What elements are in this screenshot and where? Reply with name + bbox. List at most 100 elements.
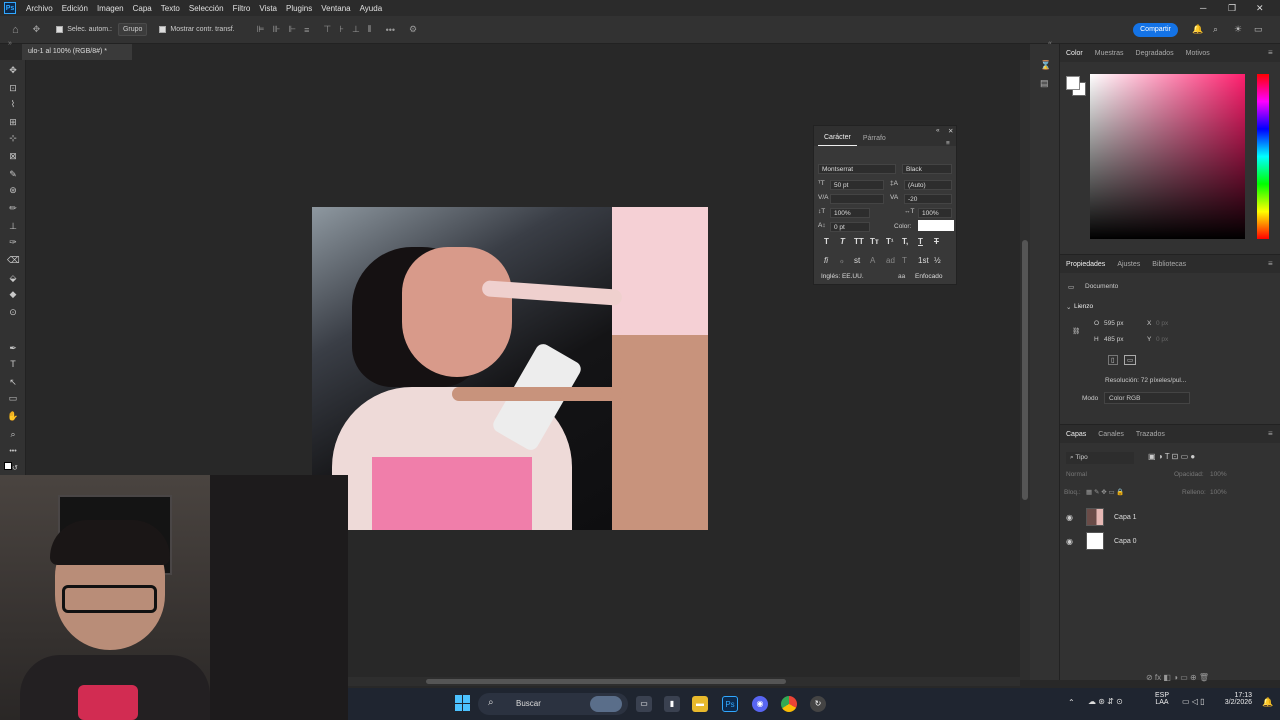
menu-archivo[interactable]: Archivo: [26, 4, 53, 13]
faux-bold-button[interactable]: T: [824, 237, 829, 246]
panel-menu-icon[interactable]: ≡: [946, 140, 950, 147]
foreground-color-swatch[interactable]: [1066, 76, 1080, 90]
fractions-button[interactable]: ½: [934, 256, 941, 265]
quick-select-tool-icon[interactable]: ⊞: [7, 116, 19, 128]
menu-ventana[interactable]: Ventana: [321, 4, 350, 13]
search-icon[interactable]: ⌕: [1213, 24, 1218, 35]
chevron-down-icon[interactable]: ⌄: [1066, 303, 1071, 311]
comments-icon[interactable]: ▤: [1040, 78, 1049, 89]
text-color-swatch[interactable]: [918, 220, 954, 231]
eye-icon[interactable]: ◉: [1066, 537, 1076, 546]
tab-capas[interactable]: Capas: [1066, 431, 1086, 438]
bucket-tool-icon[interactable]: ⬙: [7, 272, 19, 284]
tab-bibliotecas[interactable]: Bibliotecas: [1152, 261, 1186, 268]
tab-parrafo[interactable]: Párrafo: [857, 135, 892, 146]
windows-start-icon[interactable]: [455, 695, 471, 711]
font-size-field[interactable]: 50 pt: [830, 180, 884, 190]
menu-vista[interactable]: Vista: [259, 4, 277, 13]
ligatures-button[interactable]: fi: [824, 256, 828, 265]
lasso-tool-icon[interactable]: ⌇: [7, 98, 19, 110]
blend-mode-select[interactable]: Normal: [1066, 471, 1087, 478]
bell-icon[interactable]: 🔔: [1192, 24, 1203, 35]
home-icon[interactable]: ⌂: [12, 24, 19, 36]
titling-button[interactable]: ad: [886, 256, 895, 265]
menu-plugins[interactable]: Plugins: [286, 4, 312, 13]
artboard-tool-icon[interactable]: ⊡: [7, 82, 19, 94]
fill-field[interactable]: 100%: [1210, 489, 1227, 496]
collapse-icon[interactable]: »: [8, 40, 12, 47]
landscape-icon[interactable]: ▭: [1124, 355, 1137, 365]
horizontal-scale-field[interactable]: 100%: [918, 208, 952, 218]
layer-filter-select[interactable]: ⌕ Tipo: [1066, 452, 1134, 464]
panel-menu-icon[interactable]: ≡: [1268, 429, 1273, 438]
checkbox-icon[interactable]: [56, 26, 64, 33]
task-view-icon[interactable]: ▭: [636, 696, 652, 712]
tab-muestras[interactable]: Muestras: [1095, 50, 1124, 57]
healing-tool-icon[interactable]: ⊛: [7, 184, 19, 196]
menu-filtro[interactable]: Filtro: [233, 4, 251, 13]
all-caps-button[interactable]: TT: [854, 237, 864, 246]
discord-icon[interactable]: ◉: [752, 696, 768, 712]
tab-caracter[interactable]: Carácter: [818, 134, 857, 146]
taskbar-clock[interactable]: 17:13 3/2/2026: [1222, 692, 1252, 706]
small-caps-button[interactable]: Tт: [870, 237, 879, 246]
chrome-icon[interactable]: [781, 696, 797, 712]
tab-degradados[interactable]: Degradados: [1136, 50, 1174, 57]
panel-menu-icon[interactable]: ≡: [1268, 48, 1273, 57]
close-icon[interactable]: ✕: [948, 127, 953, 135]
photoshop-taskbar-icon[interactable]: Ps: [722, 696, 738, 712]
eraser-tool-icon[interactable]: ⌫: [7, 254, 20, 266]
strikethrough-button[interactable]: T: [934, 237, 939, 246]
crop-tool-icon[interactable]: ⊹: [7, 132, 19, 144]
antialias-select[interactable]: Enfocado: [912, 272, 954, 282]
faux-italic-button[interactable]: T: [840, 237, 845, 246]
link-icon[interactable]: ⛓: [1072, 327, 1080, 335]
chevron-up-icon[interactable]: ⌃: [1068, 698, 1075, 707]
layer-name[interactable]: Capa 0: [1114, 538, 1137, 545]
hue-slider[interactable]: [1257, 74, 1269, 239]
align-middle-icon[interactable]: ⊦: [339, 24, 344, 35]
tray-icons[interactable]: ☁ ⊛ ⇵ ⊙: [1088, 697, 1123, 706]
portrait-icon[interactable]: ▯: [1108, 355, 1118, 365]
old-style-button[interactable]: ℴ: [840, 256, 844, 265]
foreground-color-swatch[interactable]: [4, 462, 12, 470]
menu-texto[interactable]: Texto: [161, 4, 180, 13]
scroll-thumb[interactable]: [426, 679, 786, 684]
gear-icon[interactable]: ⚙: [409, 24, 417, 35]
leading-field[interactable]: (Auto): [904, 180, 952, 190]
height-field[interactable]: 485 px: [1104, 336, 1124, 343]
frame-tool-icon[interactable]: ⊠: [7, 150, 19, 162]
auto-select-dropdown[interactable]: Grupo: [117, 23, 148, 36]
app-icon[interactable]: ↻: [810, 696, 826, 712]
rectangle-tool-icon[interactable]: ▭: [7, 392, 19, 404]
font-style-select[interactable]: Black: [902, 164, 952, 174]
stylistic-alt-button[interactable]: A: [870, 256, 875, 265]
menu-imagen[interactable]: Imagen: [97, 4, 124, 13]
layer-name[interactable]: Capa 1: [1114, 514, 1137, 521]
type-tool-icon[interactable]: T: [7, 358, 19, 370]
layer-row[interactable]: ◉ Capa 0: [1060, 530, 1280, 552]
lightbulb-icon[interactable]: ☀: [1234, 24, 1242, 35]
close-icon[interactable]: ✕: [1256, 3, 1264, 14]
language-select[interactable]: Inglés: EE.UU.: [818, 272, 892, 282]
distribute-icon[interactable]: ≡: [304, 25, 309, 35]
document-tab[interactable]: ulo-1 al 100% (RGB/8#) *: [22, 44, 132, 60]
lock-icons[interactable]: ▦ ✎ ✥ ▭ 🔒: [1086, 488, 1125, 496]
auto-select-checkbox[interactable]: Selec. autom.:: [56, 26, 112, 33]
align-center-icon[interactable]: ⊪: [272, 24, 280, 35]
align-top-icon[interactable]: ⊤: [323, 24, 331, 35]
collapse-icon[interactable]: «: [936, 127, 940, 134]
restore-icon[interactable]: ❐: [1228, 3, 1236, 14]
menu-edicion[interactable]: Edición: [62, 4, 88, 13]
history-icon[interactable]: ⌛: [1040, 60, 1051, 71]
blur-tool-icon[interactable]: ◆: [7, 288, 19, 300]
menu-capa[interactable]: Capa: [133, 4, 152, 13]
brush-tool-icon[interactable]: ✏: [7, 202, 19, 214]
eye-icon[interactable]: ◉: [1066, 513, 1076, 522]
vertical-scrollbar[interactable]: [1020, 60, 1030, 680]
mode-select[interactable]: Color RGB: [1104, 392, 1190, 404]
distribute-v-icon[interactable]: ⫴: [368, 24, 372, 35]
baseline-shift-field[interactable]: 0 pt: [830, 222, 870, 232]
file-explorer-icon[interactable]: ▬: [692, 696, 708, 712]
subscript-button[interactable]: T,: [902, 237, 908, 246]
